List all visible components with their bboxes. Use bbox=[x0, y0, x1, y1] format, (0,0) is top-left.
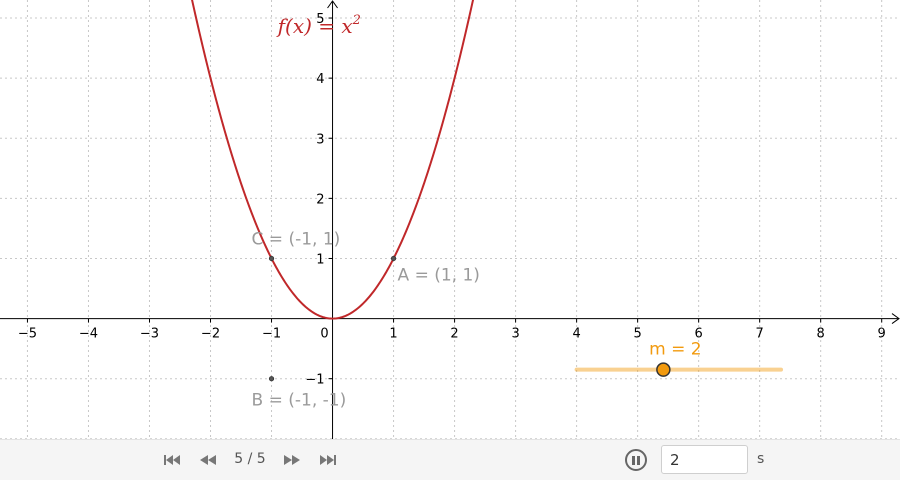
x-tick-label: 9 bbox=[878, 327, 886, 342]
x-tick-label: −4 bbox=[79, 327, 98, 342]
page-indicator: 5 / 5 bbox=[234, 451, 266, 467]
point-A[interactable] bbox=[390, 255, 397, 262]
function-label-text: f(x) = x bbox=[276, 14, 353, 38]
fast-forward-icon bbox=[284, 455, 300, 465]
animation-toolbar: 5 / 5 s bbox=[0, 439, 900, 480]
slider-m[interactable]: m = 2 bbox=[574, 340, 784, 377]
first-page-button[interactable] bbox=[162, 452, 182, 468]
skip-back-icon bbox=[164, 455, 180, 465]
x-tick-label: 0 bbox=[320, 327, 328, 342]
last-page-button[interactable] bbox=[318, 452, 338, 468]
function-label-exponent: 2 bbox=[352, 13, 361, 28]
slider-knob[interactable] bbox=[656, 362, 671, 377]
x-tick-label: 2 bbox=[450, 327, 458, 342]
speed-unit-label: s bbox=[757, 451, 765, 467]
slider-label: m = 2 bbox=[649, 340, 701, 360]
x-tick-label: 3 bbox=[511, 327, 519, 342]
y-tick-label: 3 bbox=[316, 132, 324, 147]
next-page-button[interactable] bbox=[282, 452, 302, 468]
point-label-B: B = (-1, -1) bbox=[252, 391, 347, 411]
skip-forward-icon bbox=[320, 455, 336, 465]
y-tick-label: 1 bbox=[316, 252, 324, 267]
rewind-icon bbox=[200, 455, 216, 465]
previous-page-button[interactable] bbox=[198, 452, 218, 468]
x-tick-label: 4 bbox=[572, 327, 580, 342]
y-tick-label: 4 bbox=[316, 72, 324, 87]
pause-icon bbox=[631, 455, 635, 465]
point-label-C: C = (-1, 1) bbox=[252, 229, 341, 249]
grid bbox=[0, 0, 900, 440]
x-tick-label: 1 bbox=[389, 327, 397, 342]
pause-button[interactable] bbox=[625, 449, 647, 471]
y-tick-label: −1 bbox=[305, 373, 324, 388]
points: A = (1, 1) C = (-1, 1) B = (-1, -1) bbox=[252, 229, 480, 410]
graphics-view[interactable]: −5 −4 −3 −2 −1 0 1 2 3 4 5 6 7 8 9−112345 f(x) = x2 A … bbox=[0, 0, 900, 440]
x-tick-label: 8 bbox=[817, 327, 825, 342]
function-label[interactable]: f(x) = x2 bbox=[276, 13, 361, 38]
point-C[interactable] bbox=[268, 255, 275, 262]
animation-speed-input[interactable] bbox=[661, 445, 748, 474]
x-tick-label: −1 bbox=[262, 327, 281, 342]
x-tick-label: 7 bbox=[756, 327, 764, 342]
x-tick-label: 5 bbox=[633, 327, 641, 342]
x-tick-label: −2 bbox=[201, 327, 220, 342]
y-tick-label: 2 bbox=[316, 192, 324, 207]
x-tick-label: −5 bbox=[18, 327, 37, 342]
geogebra-applet: −5 −4 −3 −2 −1 0 1 2 3 4 5 6 7 8 9 −1 1 2 3 4 5 f(x) = x2 A … bbox=[0, 0, 900, 480]
tick-labels: −5 −4 −3 −2 −1 0 1 2 3 4 5 6 7 8 9−112345 bbox=[18, 12, 886, 388]
x-tick-label: −3 bbox=[140, 327, 159, 342]
point-B[interactable] bbox=[268, 376, 275, 382]
point-label-A: A = (1, 1) bbox=[398, 265, 480, 285]
axes bbox=[0, 0, 900, 440]
